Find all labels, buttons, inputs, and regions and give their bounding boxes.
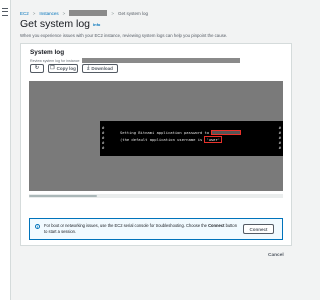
breadcrumb-instances[interactable]: Instances — [39, 11, 58, 16]
copy-icon: ❐ — [50, 65, 55, 71]
info-link[interactable]: Info — [93, 22, 100, 27]
alert-message: For boot or networking issues, use the E… — [44, 223, 240, 235]
breadcrumb-separator: > — [111, 10, 114, 16]
download-label: Download — [91, 66, 113, 71]
breadcrumb-separator: > — [62, 10, 66, 16]
download-button[interactable]: ⤓ Download — [82, 64, 118, 73]
panel-subtitle: Review system log for instance — [30, 58, 240, 63]
copy-log-label: Copy log — [56, 66, 76, 71]
side-navigation-toggle[interactable] — [0, 0, 11, 300]
panel-title: System log — [30, 49, 65, 56]
console-username-line: (the default application username is 'us… — [120, 136, 223, 143]
connect-button[interactable]: Connect — [243, 224, 274, 234]
breadcrumb-ec2[interactable]: EC2 — [20, 11, 29, 16]
breadcrumb-current: Get system log — [117, 10, 148, 16]
horizontal-scrollbar[interactable] — [29, 194, 283, 198]
system-log-output[interactable]: # # # # # # # # # # Setting Bitnami appl… — [29, 81, 283, 191]
refresh-icon: ↻ — [34, 65, 40, 71]
page-title: Get system log Info — [20, 18, 100, 30]
hamburger-icon — [2, 8, 8, 16]
username-highlight-box: 'user' — [204, 136, 223, 143]
console-password-text: Setting Bitnami application password to — [120, 130, 210, 135]
alert-message-bold: Connect — [208, 223, 225, 228]
breadcrumb-instance-id-redacted[interactable] — [69, 10, 108, 16]
password-highlight-box — [211, 130, 242, 135]
page-title-text: Get system log — [20, 18, 91, 30]
console-username-text: (the default application username is — [120, 137, 203, 142]
console-excerpt: # # # # # # # # # # Setting Bitnami appl… — [100, 121, 283, 156]
page-description: When you experience issues with your EC2… — [20, 33, 228, 38]
console-hash-border-right: # # # # # — [278, 125, 281, 150]
copy-log-button[interactable]: ❐ Copy log — [48, 64, 78, 73]
console-hash-border-left: # # # # # — [102, 125, 105, 150]
refresh-button[interactable]: ↻ — [30, 64, 44, 73]
breadcrumb: EC2 > Instances > > Get system log — [20, 9, 148, 17]
panel-subtitle-text: Review system log for instance — [30, 58, 80, 63]
alert-message-prefix: For boot or networking issues, use the E… — [44, 223, 207, 228]
instance-id-redacted — [81, 58, 240, 63]
system-log-panel: System log Review system log for instanc… — [20, 43, 292, 246]
cancel-button[interactable]: Cancel — [268, 253, 284, 258]
scrollbar-thumb[interactable] — [29, 195, 97, 197]
console-password-line: Setting Bitnami application password to — [120, 130, 242, 135]
serial-console-alert: i For boot or networking issues, use the… — [29, 218, 283, 240]
info-icon: i — [35, 224, 40, 229]
download-icon: ⤓ — [87, 65, 90, 71]
breadcrumb-separator: > — [32, 10, 36, 16]
